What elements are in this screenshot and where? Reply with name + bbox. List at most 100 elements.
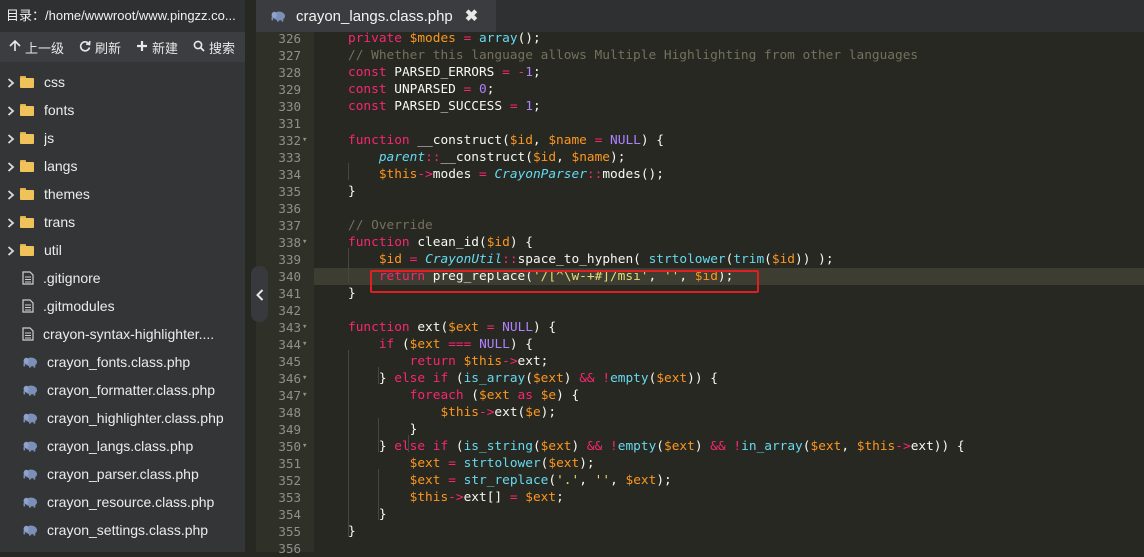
folder-item-themes[interactable]: themes: [0, 180, 245, 208]
fold-toggle-icon[interactable]: ▾: [302, 336, 312, 353]
code-token: strtolower: [463, 456, 541, 471]
chevron-right-icon[interactable]: [2, 215, 20, 229]
code-token: }: [348, 524, 356, 539]
code-token: (: [764, 252, 772, 267]
code-token: ,: [579, 473, 595, 488]
code-token: );: [540, 405, 557, 420]
file-item[interactable]: .gitmodules: [0, 292, 245, 320]
file-tree: css fonts js langs themes trans util .gitignore…: [0, 62, 245, 544]
code-line: $this->ext[] = $ext;: [348, 489, 564, 506]
code-token: in_array: [741, 439, 803, 454]
file-item[interactable]: crayon_langs.class.php: [0, 432, 245, 460]
code-token: parent: [378, 150, 426, 165]
code-token: ): [563, 371, 580, 386]
code-token: strtolower: [648, 252, 726, 267]
fold-toggle-icon[interactable]: ▾: [302, 438, 312, 455]
file-item[interactable]: crayon_formatter.class.php: [0, 376, 245, 404]
file-label: crayon_formatter.class.php: [47, 382, 216, 398]
code-editor[interactable]: 326 327 328 329 330 331 332 ▾ 333 334 335 336 337 338…: [256, 31, 1144, 556]
code-token: (: [401, 337, 410, 352]
chevron-right-icon[interactable]: [2, 75, 20, 89]
line-number: 329: [278, 82, 301, 97]
file-item[interactable]: crayon_resource.class.php: [0, 488, 245, 516]
indent-guide: [348, 350, 349, 537]
code-token: ;: [532, 99, 541, 114]
folder-item-langs[interactable]: langs: [0, 152, 245, 180]
code-token: empty: [617, 439, 657, 454]
file-item[interactable]: crayon_settings.class.php: [0, 516, 245, 544]
line-number: 337: [278, 218, 301, 233]
code-token: NULL: [502, 320, 533, 335]
tab-crayon-langs[interactable]: crayon_langs.class.php ✖: [256, 0, 496, 32]
code-token: array: [479, 31, 518, 46]
folder-item-util[interactable]: util: [0, 236, 245, 264]
new-button[interactable]: 新建: [135, 38, 178, 57]
code-token: }: [348, 439, 395, 454]
chevron-right-icon[interactable]: [2, 131, 20, 145]
code-token: NULL: [610, 133, 641, 148]
fold-toggle-icon[interactable]: ▾: [302, 370, 312, 387]
folder-label: util: [44, 242, 62, 258]
file-item[interactable]: crayon_parser.class.php: [0, 460, 245, 488]
code-token: }: [348, 507, 387, 522]
code-token: $ext: [525, 490, 557, 505]
code-token: =: [509, 99, 518, 114]
code-token: ::: [586, 167, 603, 182]
php-elephant-icon: [23, 469, 37, 480]
file-item[interactable]: crayon-syntax-highlighter....: [0, 320, 245, 348]
code-token: !: [733, 439, 742, 454]
folder-item-fonts[interactable]: fonts: [0, 96, 245, 124]
code-token: ,: [610, 473, 626, 488]
folder-icon: [20, 216, 34, 228]
indent-guide: [348, 248, 349, 282]
search-button[interactable]: 搜索: [192, 38, 235, 57]
php-elephant-icon: [23, 525, 37, 536]
refresh-icon: [78, 40, 92, 54]
fold-toggle-icon[interactable]: ▾: [302, 387, 312, 404]
chevron-right-icon[interactable]: [2, 159, 20, 173]
code-token: &&: [579, 371, 595, 386]
fold-toggle-icon[interactable]: ▾: [302, 319, 312, 336]
code-token: $this: [378, 167, 418, 182]
folder-item-css[interactable]: css: [0, 68, 245, 96]
code-token: else if: [394, 439, 456, 454]
folder-item-js[interactable]: js: [0, 124, 245, 152]
code-token: $ext: [532, 371, 564, 386]
folder-item-trans[interactable]: trans: [0, 208, 245, 236]
chevron-right-icon[interactable]: [2, 243, 20, 257]
code-token: trim: [733, 252, 765, 267]
fold-toggle-icon[interactable]: ▾: [302, 132, 312, 149]
folder-label: fonts: [44, 102, 75, 118]
file-item[interactable]: crayon_highlighter.class.php: [0, 404, 245, 432]
file-item[interactable]: crayon_fonts.class.php: [0, 348, 245, 376]
line-number: 326: [278, 31, 301, 46]
code-token: CrayonParser: [494, 167, 587, 182]
plus-icon: [135, 40, 149, 54]
code-token: '': [594, 473, 611, 488]
code-token: &&: [586, 439, 603, 454]
close-icon[interactable]: ✖: [465, 6, 478, 26]
refresh-button[interactable]: 刷新: [78, 38, 121, 57]
search-icon: [192, 40, 206, 54]
indent-guide: [378, 367, 379, 384]
code-line: $ext = str_replace('.', '', $ext);: [348, 472, 672, 489]
file-label: .gitmodules: [43, 298, 115, 314]
code-token: __construct(: [440, 150, 533, 165]
code-line: } else if (is_array($ext) && !empty($ext…: [348, 370, 718, 387]
chevron-right-icon[interactable]: [2, 103, 20, 117]
chevron-right-icon[interactable]: [2, 187, 20, 201]
collapse-sidebar-button[interactable]: [251, 266, 268, 322]
code-token: as: [517, 388, 533, 403]
line-number: 350: [278, 439, 301, 454]
up-level-button[interactable]: 上一级: [8, 38, 64, 57]
file-item[interactable]: .gitignore: [0, 264, 245, 292]
fold-toggle-icon[interactable]: ▾: [302, 234, 312, 251]
folder-label: trans: [44, 214, 76, 230]
